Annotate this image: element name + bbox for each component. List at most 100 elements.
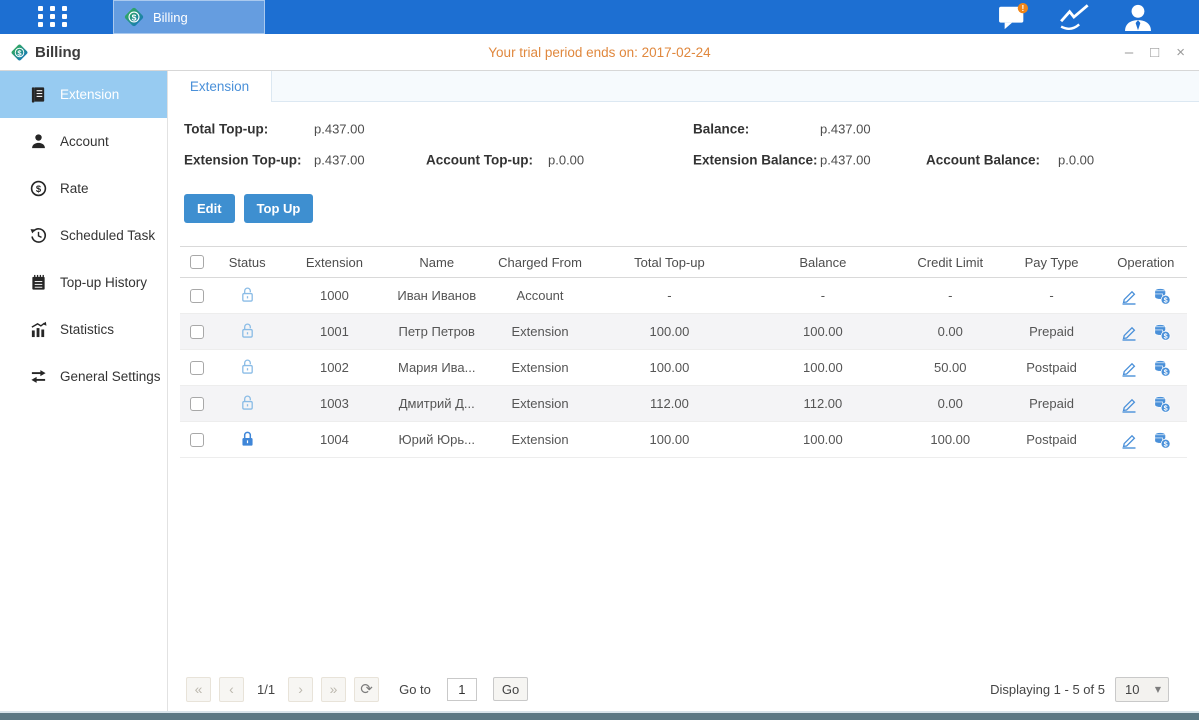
- col-balance: Balance: [744, 247, 902, 278]
- extension-table: Status Extension Name Charged From Total…: [180, 246, 1187, 458]
- col-total-topup: Total Top-up: [595, 247, 743, 278]
- user-icon[interactable]: [1121, 3, 1155, 31]
- taskbar-tab-label: Billing: [153, 10, 188, 25]
- svg-text:$: $: [1164, 331, 1168, 340]
- go-button[interactable]: Go: [493, 677, 528, 701]
- chat-notification-icon[interactable]: !: [997, 3, 1031, 31]
- trial-notice: Your trial period ends on: 2017-02-24: [0, 45, 1199, 60]
- col-charged-from: Charged From: [485, 247, 595, 278]
- status-unlocked-icon[interactable]: [240, 286, 255, 303]
- billing-app-window: $ Billing !: [0, 0, 1199, 720]
- col-pay-type: Pay Type: [998, 247, 1104, 278]
- refresh-icon[interactable]: ⟳: [354, 677, 379, 702]
- row-checkbox[interactable]: [190, 397, 204, 411]
- select-all-checkbox[interactable]: [190, 255, 204, 269]
- extension-balance-value: p.437.00: [820, 152, 871, 167]
- svg-text:$: $: [36, 184, 42, 195]
- topup-coins-icon[interactable]: $: [1153, 431, 1171, 449]
- row-checkbox[interactable]: [190, 361, 204, 375]
- chart-icon[interactable]: [1059, 3, 1093, 31]
- window-title-bar: $ Billing Your trial period ends on: 201…: [0, 34, 1199, 71]
- sidebar-item-topup-history[interactable]: Top-up History: [0, 259, 167, 306]
- balance-label: Balance:: [693, 121, 749, 136]
- maximize-icon[interactable]: □: [1150, 45, 1159, 60]
- status-unlocked-icon[interactable]: [240, 358, 255, 375]
- sidebar-item-label: Extension: [60, 87, 119, 102]
- account-topup-value: p.0.00: [548, 152, 584, 167]
- page-size-select[interactable]: 10 ▼: [1115, 677, 1169, 702]
- edit-button[interactable]: Edit: [184, 194, 235, 223]
- sidebar-item-rate[interactable]: $ Rate: [0, 165, 167, 212]
- next-page-button[interactable]: ›: [288, 677, 313, 702]
- table-row[interactable]: 1003 Дмитрий Д... Extension 112.00 112.0…: [180, 386, 1187, 422]
- sidebar-item-extension[interactable]: Extension: [0, 71, 167, 118]
- sidebar-item-statistics[interactable]: Statistics: [0, 306, 167, 353]
- clock-icon: [30, 227, 47, 244]
- row-checkbox[interactable]: [190, 325, 204, 339]
- col-credit-limit: Credit Limit: [902, 247, 998, 278]
- svg-text:$: $: [1164, 439, 1168, 448]
- status-unlocked-icon[interactable]: [240, 394, 255, 411]
- sidebar-item-label: Rate: [60, 181, 89, 196]
- edit-pencil-icon[interactable]: [1120, 323, 1138, 341]
- total-topup-value: p.437.00: [314, 121, 365, 136]
- topup-coins-icon[interactable]: $: [1153, 395, 1171, 413]
- minimize-icon[interactable]: –: [1125, 45, 1133, 60]
- sidebar-item-general-settings[interactable]: General Settings: [0, 353, 167, 400]
- svg-text:$: $: [1164, 295, 1168, 304]
- edit-pencil-icon[interactable]: [1120, 431, 1138, 449]
- svg-text:$: $: [1164, 367, 1168, 376]
- sidebar-item-account[interactable]: Account: [0, 118, 167, 165]
- goto-label: Go to: [399, 682, 431, 697]
- table-row[interactable]: 1004 Юрий Юрь... Extension 100.00 100.00…: [180, 422, 1187, 458]
- topup-coins-icon[interactable]: $: [1153, 287, 1171, 305]
- close-icon[interactable]: ×: [1176, 45, 1185, 60]
- edit-pencil-icon[interactable]: [1120, 359, 1138, 377]
- system-top-bar: $ Billing !: [0, 0, 1199, 34]
- goto-page-input[interactable]: [447, 678, 477, 701]
- extension-topup-value: p.437.00: [314, 152, 365, 167]
- table-row[interactable]: 1002 Мария Ива... Extension 100.00 100.0…: [180, 350, 1187, 386]
- sidebar-item-scheduled-task[interactable]: Scheduled Task: [0, 212, 167, 259]
- page-indicator: 1/1: [257, 682, 275, 697]
- svg-text:$: $: [1164, 403, 1168, 412]
- apps-grid-icon[interactable]: [38, 6, 68, 28]
- svg-text:$: $: [132, 12, 137, 22]
- row-checkbox[interactable]: [190, 289, 204, 303]
- status-locked-icon[interactable]: [240, 430, 255, 447]
- row-checkbox[interactable]: [190, 433, 204, 447]
- first-page-button[interactable]: «: [186, 677, 211, 702]
- edit-pencil-icon[interactable]: [1120, 287, 1138, 305]
- extension-topup-label: Extension Top-up:: [184, 152, 302, 167]
- status-unlocked-icon[interactable]: [240, 322, 255, 339]
- prev-page-button[interactable]: ‹: [219, 677, 244, 702]
- table-row[interactable]: 1000 Иван Иванов Account - - - -: [180, 278, 1187, 314]
- displaying-info: Displaying 1 - 5 of 5: [990, 682, 1105, 697]
- taskbar-tab-billing[interactable]: $ Billing: [113, 0, 265, 34]
- table-row[interactable]: 1001 Петр Петров Extension 100.00 100.00…: [180, 314, 1187, 350]
- account-balance-value: p.0.00: [1058, 152, 1094, 167]
- sidebar-item-label: Statistics: [60, 322, 114, 337]
- person-icon: [30, 133, 47, 150]
- sidebar: Extension Account $ Rate: [0, 71, 168, 711]
- last-page-button[interactable]: »: [321, 677, 346, 702]
- col-name: Name: [389, 247, 485, 278]
- extension-balance-label: Extension Balance:: [693, 152, 818, 167]
- topup-coins-icon[interactable]: $: [1153, 359, 1171, 377]
- sidebar-item-label: Top-up History: [60, 275, 147, 290]
- arrows-swap-icon: [30, 368, 47, 385]
- top-up-button[interactable]: Top Up: [244, 194, 314, 223]
- col-status: Status: [214, 247, 280, 278]
- bar-chart-icon: [30, 321, 47, 338]
- table-header-row: Status Extension Name Charged From Total…: [180, 247, 1187, 278]
- col-extension: Extension: [280, 247, 388, 278]
- svg-text:!: !: [1021, 3, 1024, 13]
- tab-extension[interactable]: Extension: [168, 71, 272, 102]
- topup-coins-icon[interactable]: $: [1153, 323, 1171, 341]
- billing-diamond-icon: $: [10, 43, 29, 62]
- chevron-down-icon: ▼: [1155, 685, 1161, 694]
- notebook-icon: [30, 274, 47, 291]
- sidebar-item-label: Scheduled Task: [60, 228, 155, 243]
- edit-pencil-icon[interactable]: [1120, 395, 1138, 413]
- col-operation: Operation: [1105, 247, 1187, 278]
